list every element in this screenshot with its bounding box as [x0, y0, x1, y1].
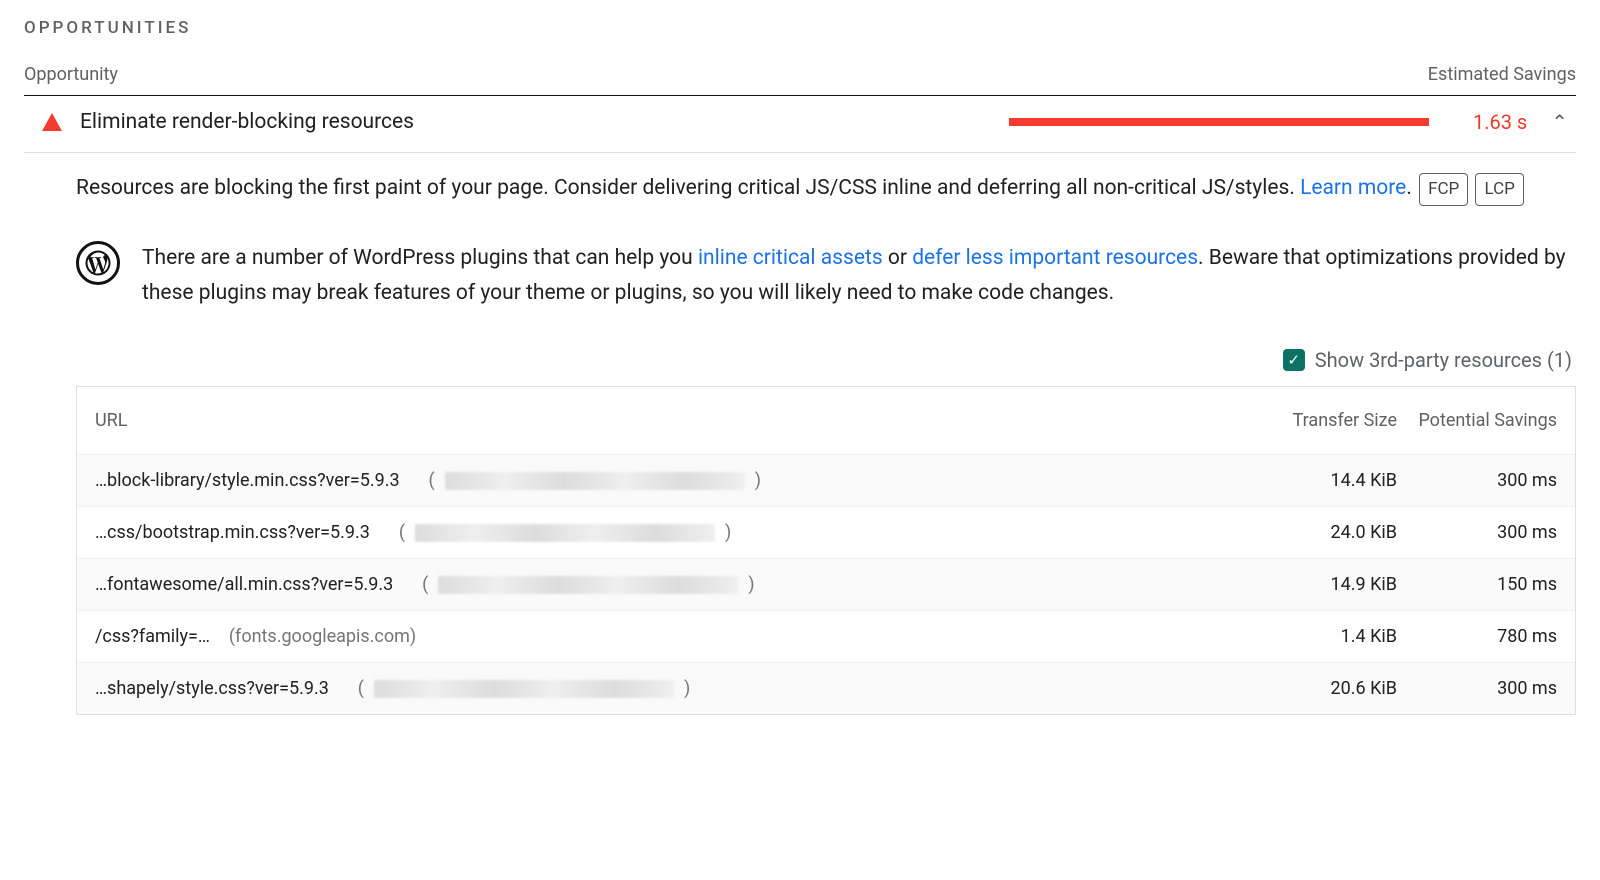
cell-url: …block-library/style.min.css?ver=5.9.3 (… [95, 470, 1237, 491]
column-savings-label: Estimated Savings [1428, 64, 1576, 85]
col-header-transfer-size: Transfer Size [1237, 410, 1397, 431]
paren-open: ( [422, 574, 428, 595]
redacted-origin [438, 576, 738, 594]
redacted-origin [374, 680, 674, 698]
resource-origin: (fonts.googleapis.com) [220, 626, 416, 647]
paren-close: ) [684, 678, 690, 699]
third-party-toggle-row: ✓ Show 3rd-party resources (1) [76, 348, 1572, 372]
paren-close: ) [725, 522, 731, 543]
table-row: …block-library/style.min.css?ver=5.9.3 (… [77, 454, 1575, 506]
cell-potential-savings: 300 ms [1397, 522, 1557, 543]
third-party-checkbox[interactable]: ✓ [1283, 349, 1305, 371]
paren-open: ( [399, 522, 405, 543]
table-row: …fontawesome/all.min.css?ver=5.9.3 ()14.… [77, 558, 1575, 610]
metric-pill-lcp: LCP [1475, 173, 1523, 206]
wp-tip-part2: or [883, 246, 913, 270]
table-row: /css?family=… (fonts.googleapis.com)1.4 … [77, 610, 1575, 662]
resource-path: …shapely/style.css?ver=5.9.3 [95, 678, 329, 699]
audit-title: Eliminate render-blocking resources [80, 110, 991, 134]
redacted-origin [445, 472, 745, 490]
col-header-url: URL [95, 410, 1237, 431]
learn-more-link[interactable]: Learn more [1300, 176, 1406, 200]
chevron-up-icon[interactable]: ⌃ [1545, 110, 1574, 134]
defer-resources-link[interactable]: defer less important resources [912, 246, 1198, 270]
table-header: URL Transfer Size Potential Savings [77, 387, 1575, 454]
wordpress-tip-text: There are a number of WordPress plugins … [142, 241, 1576, 312]
resource-path: …css/bootstrap.min.css?ver=5.9.3 [95, 522, 370, 543]
savings-bar [1009, 118, 1429, 126]
paren-open: ( [358, 678, 364, 699]
col-header-potential-savings: Potential Savings [1397, 409, 1557, 432]
cell-potential-savings: 300 ms [1397, 470, 1557, 491]
cell-url: …css/bootstrap.min.css?ver=5.9.3 () [95, 522, 1237, 543]
resource-path: /css?family=… [95, 626, 210, 647]
table-row: …css/bootstrap.min.css?ver=5.9.3 ()24.0 … [77, 506, 1575, 558]
inline-critical-assets-link[interactable]: inline critical assets [698, 246, 883, 270]
cell-transfer-size: 20.6 KiB [1237, 678, 1397, 699]
cell-potential-savings: 780 ms [1397, 626, 1557, 647]
paren-open: ( [429, 470, 435, 491]
columns-header: Opportunity Estimated Savings [24, 64, 1576, 96]
resource-path: …block-library/style.min.css?ver=5.9.3 [95, 470, 400, 491]
savings-value: 1.63 s [1447, 110, 1527, 134]
paren-close: ) [748, 574, 754, 595]
table-row: …shapely/style.css?ver=5.9.3 ()20.6 KiB3… [77, 662, 1575, 714]
audit-description: Resources are blocking the first paint o… [76, 171, 1576, 207]
redacted-origin [415, 524, 715, 542]
cell-transfer-size: 14.9 KiB [1237, 574, 1397, 595]
audit-row-eliminate-render-blocking[interactable]: Eliminate render-blocking resources 1.63… [24, 96, 1576, 153]
wordpress-tip-row: There are a number of WordPress plugins … [76, 241, 1576, 312]
cell-potential-savings: 300 ms [1397, 678, 1557, 699]
section-title: OPPORTUNITIES [24, 18, 1576, 38]
audit-details: Resources are blocking the first paint o… [24, 153, 1576, 715]
savings-bar-fill [1009, 118, 1429, 126]
paren-close: ) [755, 470, 761, 491]
wordpress-icon [76, 241, 120, 285]
column-opportunity-label: Opportunity [24, 64, 118, 85]
cell-url: /css?family=… (fonts.googleapis.com) [95, 626, 1237, 647]
resources-table: URL Transfer Size Potential Savings …blo… [76, 386, 1576, 715]
cell-transfer-size: 1.4 KiB [1237, 626, 1397, 647]
wp-tip-part1: There are a number of WordPress plugins … [142, 246, 698, 270]
fail-triangle-icon [42, 113, 62, 131]
cell-url: …fontawesome/all.min.css?ver=5.9.3 () [95, 574, 1237, 595]
audit-desc-lead: Resources are blocking the first paint o… [76, 176, 1300, 200]
third-party-label: Show 3rd-party resources (1) [1315, 348, 1572, 372]
resource-path: …fontawesome/all.min.css?ver=5.9.3 [95, 574, 393, 595]
cell-potential-savings: 150 ms [1397, 574, 1557, 595]
cell-transfer-size: 24.0 KiB [1237, 522, 1397, 543]
cell-url: …shapely/style.css?ver=5.9.3 () [95, 678, 1237, 699]
audit-desc-period: . [1406, 176, 1412, 200]
cell-transfer-size: 14.4 KiB [1237, 470, 1397, 491]
metric-pill-fcp: FCP [1419, 173, 1468, 206]
